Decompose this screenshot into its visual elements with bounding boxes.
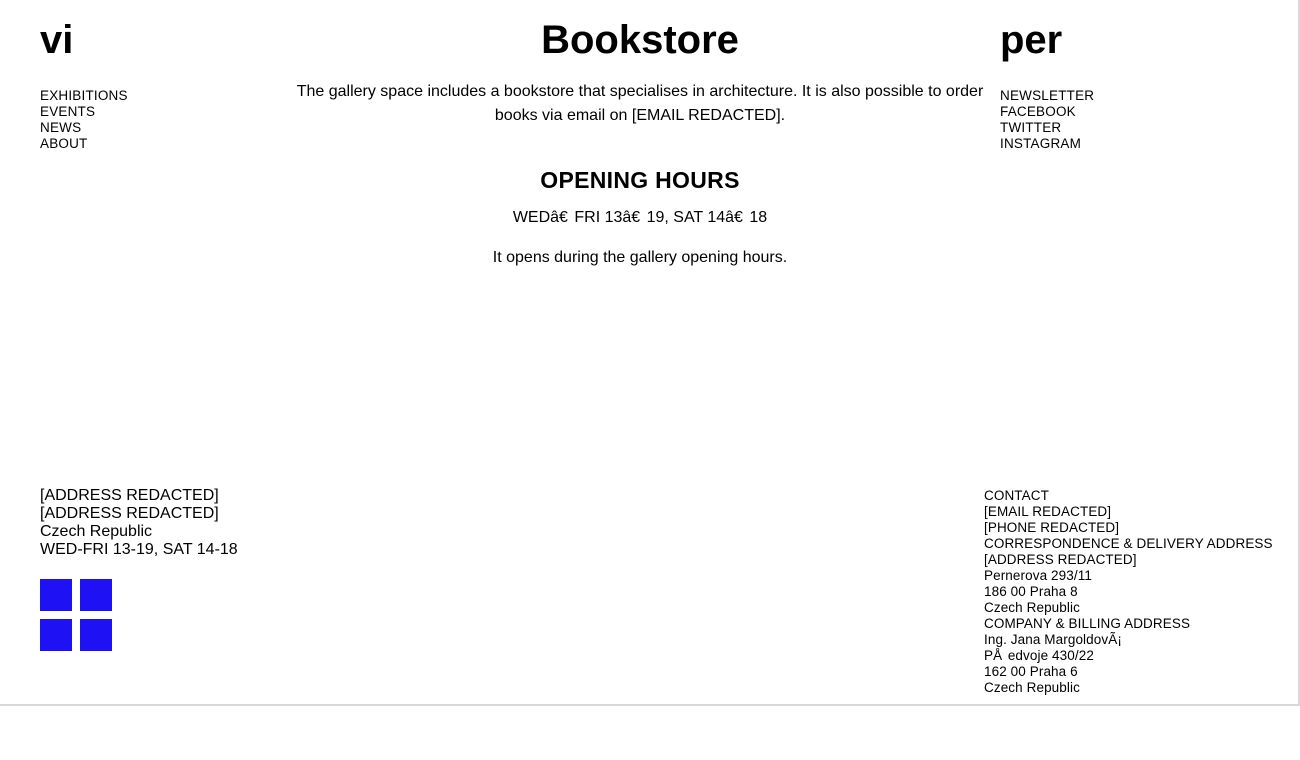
footer-address-line: [ADDRESS REDACTED] xyxy=(40,487,219,504)
social-icon-grid xyxy=(40,579,112,651)
main-content: Bookstore The gallery space includes a b… xyxy=(290,18,990,268)
nav-item-newsletter[interactable]: NEWSLETTER xyxy=(1000,88,1260,104)
site-logo-left[interactable]: vi xyxy=(40,18,280,62)
contact-heading: CONTACT xyxy=(984,488,1049,503)
delivery-address-line: Czech Republic xyxy=(984,600,1080,615)
nav-item-about[interactable]: ABOUT xyxy=(40,136,280,152)
page-title: Bookstore xyxy=(541,18,739,62)
nav-item-instagram[interactable]: INSTAGRAM xyxy=(1000,136,1260,152)
intro-text: The gallery space includes a bookstore t… xyxy=(296,83,984,124)
social-icon-1[interactable] xyxy=(40,579,72,611)
contact-email-link[interactable]: [EMAIL REDACTED] xyxy=(984,504,1294,520)
main-nav: EXHIBITIONS EVENTS NEWS ABOUT xyxy=(40,88,280,152)
billing-address-line: Ing. Jana MargoldovÃ¡ xyxy=(984,632,1122,647)
nav-item-twitter[interactable]: TWITTER xyxy=(1000,120,1260,136)
delivery-address-line: [ADDRESS REDACTED] xyxy=(984,552,1137,567)
opening-hours-heading: OPENING HOURS xyxy=(540,167,740,193)
delivery-address-heading: CORRESPONDENCE & DELIVERY ADDRESS xyxy=(984,536,1273,551)
left-column: vi EXHIBITIONS EVENTS NEWS ABOUT xyxy=(40,18,280,152)
nav-item-events[interactable]: EVENTS xyxy=(40,104,280,120)
social-icon-3[interactable] xyxy=(40,619,72,651)
footer-address: [ADDRESS REDACTED] [ADDRESS REDACTED] Cz… xyxy=(40,487,340,651)
nav-item-news[interactable]: NEWS xyxy=(40,120,280,136)
site-logo-right[interactable]: per xyxy=(1000,18,1260,62)
right-column: per NEWSLETTER FACEBOOK TWITTER INSTAGRA… xyxy=(1000,18,1260,152)
social-icon-4[interactable] xyxy=(80,619,112,651)
billing-address-line: Czech Republic xyxy=(984,680,1080,695)
opening-hours-text: WEDâ€ FRI 13â€ 19, SAT 14â€ 18 xyxy=(512,209,768,226)
billing-address-line: 162 00 Praha 6 xyxy=(984,664,1078,679)
footer-country: Czech Republic xyxy=(40,523,153,540)
nav-item-exhibitions[interactable]: EXHIBITIONS xyxy=(40,88,280,104)
footer-address-line: [ADDRESS REDACTED] xyxy=(40,505,219,522)
delivery-address-line: Pernerova 293/11 xyxy=(984,568,1092,583)
social-nav: NEWSLETTER FACEBOOK TWITTER INSTAGRAM xyxy=(1000,88,1260,152)
delivery-address-line: 186 00 Praha 8 xyxy=(984,584,1078,599)
nav-item-facebook[interactable]: FACEBOOK xyxy=(1000,104,1260,120)
billing-address-heading: COMPANY & BILLING ADDRESS xyxy=(984,616,1191,631)
contact-phone-link[interactable]: [PHONE REDACTED] xyxy=(984,520,1294,536)
footer-contact: CONTACT [EMAIL REDACTED] [PHONE REDACTED… xyxy=(984,488,1294,696)
footer-hours: WED-FRI 13-19, SAT 14-18 xyxy=(40,541,238,558)
opening-note: It opens during the gallery opening hour… xyxy=(492,249,788,266)
social-icon-2[interactable] xyxy=(80,579,112,611)
billing-address-line: PÅ edvoje 430/22 xyxy=(984,648,1094,663)
